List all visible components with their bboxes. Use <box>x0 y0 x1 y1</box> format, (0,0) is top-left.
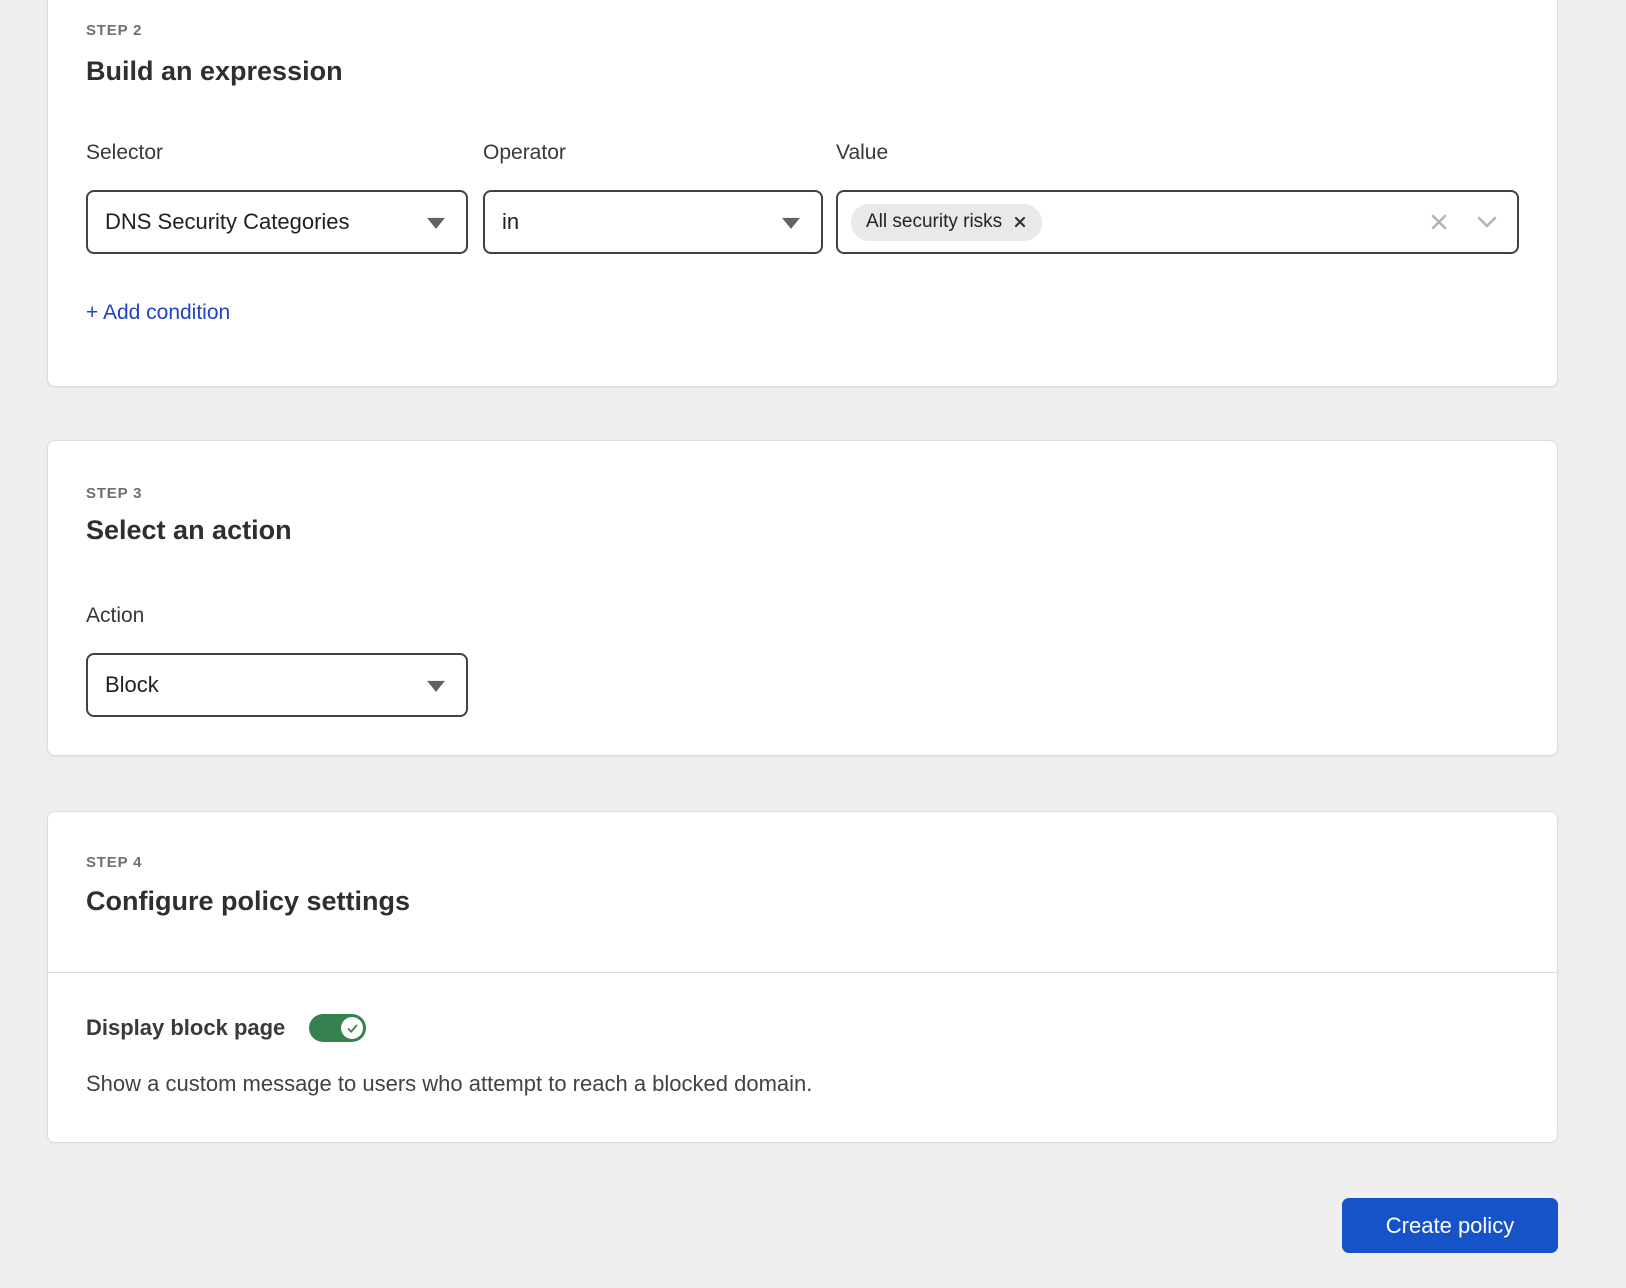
action-value: Block <box>105 672 159 697</box>
operator-dropdown[interactable]: in <box>483 190 823 254</box>
caret-down-icon <box>427 217 445 229</box>
step4-card: STEP 4 Configure policy settings Display… <box>47 811 1558 1143</box>
action-dropdown[interactable]: Block <box>86 653 468 717</box>
create-policy-button[interactable]: Create policy <box>1342 1198 1558 1253</box>
value-multiselect[interactable]: All security risks <box>836 190 1519 254</box>
step4-title: Configure policy settings <box>86 886 411 916</box>
toggle-knob <box>341 1017 364 1039</box>
section-divider <box>48 972 1557 973</box>
selector-label: Selector <box>86 141 164 164</box>
block-page-description: Show a custom message to users who attem… <box>86 1071 813 1096</box>
clear-all-icon[interactable] <box>1428 211 1450 233</box>
selector-value: DNS Security Categories <box>105 209 350 234</box>
operator-label: Operator <box>483 141 566 164</box>
check-icon <box>347 1024 358 1033</box>
selector-field-group: Selector DNS Security Categories <box>86 140 468 254</box>
display-block-page-toggle[interactable] <box>309 1014 367 1042</box>
step4-eyebrow: STEP 4 <box>86 854 143 871</box>
value-label: Value <box>836 141 889 164</box>
operator-field-group: Operator in <box>483 140 823 254</box>
step3-card: STEP 3 Select an action Action Block <box>47 440 1558 756</box>
value-tag-label: All security risks <box>866 211 1003 232</box>
caret-down-icon <box>782 217 800 229</box>
action-label: Action <box>86 604 145 627</box>
step2-eyebrow: STEP 2 <box>86 22 143 39</box>
step2-card: STEP 2 Build an expression Selector DNS … <box>47 0 1558 387</box>
footer-actions: Create policy <box>47 1198 1558 1253</box>
remove-tag-icon[interactable] <box>1013 215 1027 229</box>
display-block-page-row: Display block page <box>86 1014 367 1042</box>
value-tag: All security risks <box>851 203 1043 241</box>
policy-builder-page: STEP 2 Build an expression Selector DNS … <box>0 0 1626 1253</box>
step3-eyebrow: STEP 3 <box>86 485 143 502</box>
selector-dropdown[interactable]: DNS Security Categories <box>86 190 468 254</box>
display-block-page-label: Display block page <box>86 1015 286 1040</box>
step2-title: Build an expression <box>86 56 343 86</box>
add-condition-link[interactable]: + Add condition <box>86 301 230 325</box>
caret-down-icon <box>427 680 445 692</box>
value-field-group: Value All security risks <box>836 140 1519 254</box>
operator-value: in <box>502 209 520 234</box>
step3-title: Select an action <box>86 515 292 545</box>
action-field-group: Action Block <box>86 603 468 717</box>
chevron-down-icon[interactable] <box>1475 210 1499 234</box>
